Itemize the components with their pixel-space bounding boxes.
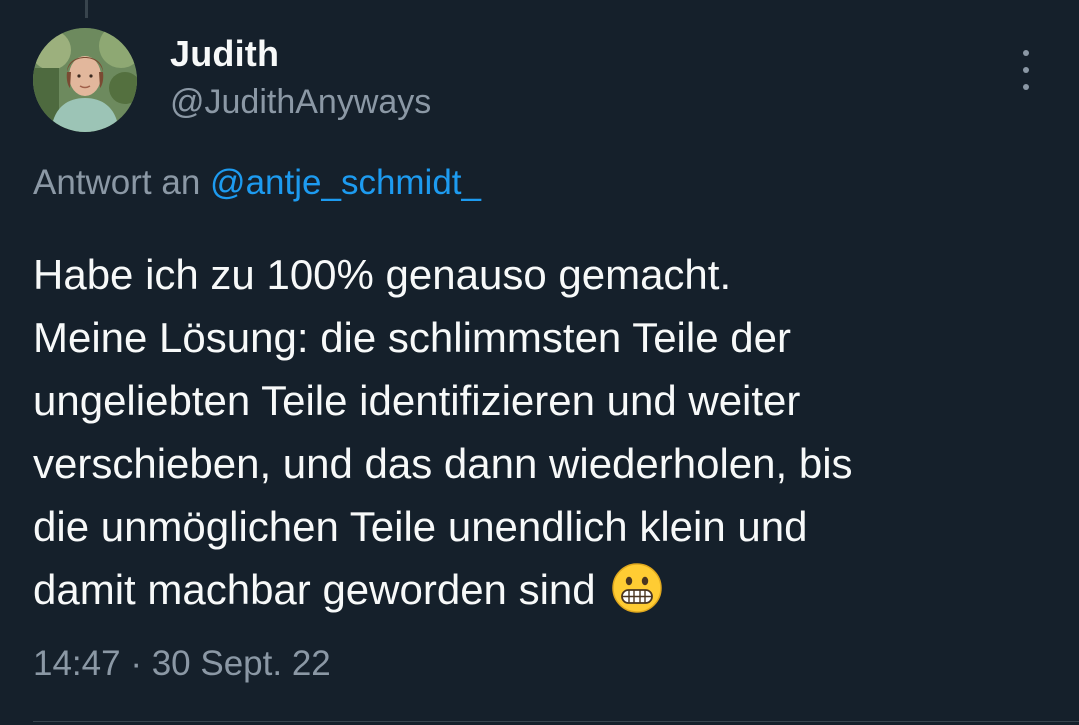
- author-display-name[interactable]: Judith: [170, 33, 279, 75]
- divider: [33, 721, 1079, 722]
- more-vertical-icon-dot: [1023, 67, 1029, 73]
- tweet-timestamp: 14:47 · 30 Sept. 22: [33, 644, 331, 684]
- more-options-button[interactable]: [1008, 50, 1044, 90]
- more-vertical-icon: [1023, 50, 1029, 56]
- avatar-image: [33, 28, 137, 132]
- reply-context: Antwort an @antje_schmidt_: [33, 163, 481, 203]
- tweet-text-line: Habe ich zu 100% genauso gemacht.: [33, 251, 732, 298]
- more-vertical-icon-dot: [1023, 84, 1029, 90]
- tweet-text-line: Meine Lösung: die schlimmsten Teile der: [33, 314, 791, 361]
- grimacing-face-icon: [612, 563, 663, 613]
- tweet-text: Habe ich zu 100% genauso gemacht. Meine …: [33, 243, 1053, 621]
- author-handle[interactable]: @JudithAnyways: [170, 83, 431, 122]
- tweet-text-line: die unmöglichen Teile unendlich klein un…: [33, 503, 808, 550]
- thread-connector-line: [85, 0, 88, 18]
- avatar[interactable]: [33, 28, 137, 132]
- tweet-text-line: damit machbar geworden sind: [33, 566, 596, 613]
- tweet-text-line-last: damit machbar geworden sind: [33, 558, 1053, 621]
- timestamp-separator: ·: [130, 644, 142, 683]
- tweet-text-line: ungeliebten Teile identifizieren und wei…: [33, 377, 801, 424]
- tweet-text-line: verschieben, und das dann wiederholen, b…: [33, 440, 853, 487]
- reply-prefix: Antwort an: [33, 163, 201, 202]
- tweet-date-link[interactable]: 30 Sept. 22: [152, 644, 331, 683]
- reply-mention-link[interactable]: @antje_schmidt_: [210, 163, 481, 202]
- tweet-time-link[interactable]: 14:47: [33, 644, 121, 683]
